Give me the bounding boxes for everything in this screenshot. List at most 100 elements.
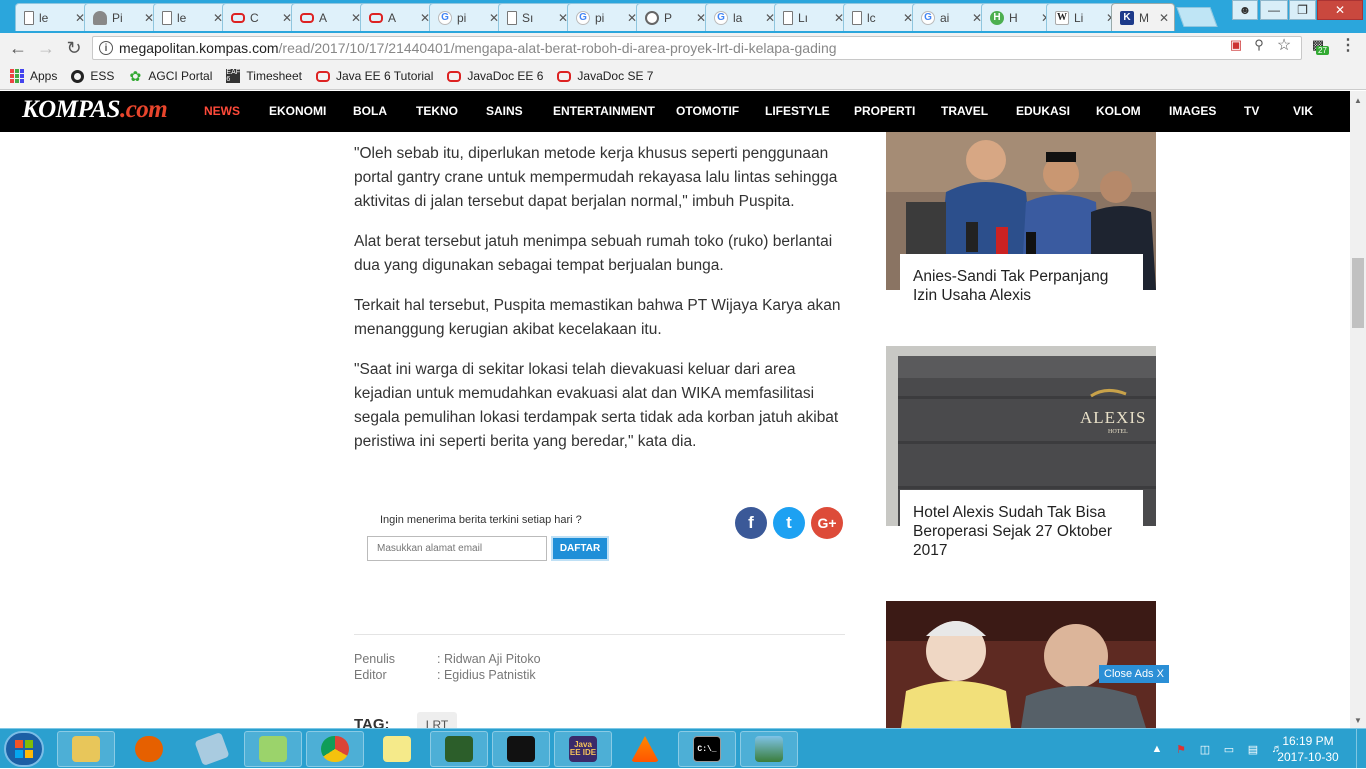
browser-tab[interactable]: P ✕ <box>636 3 712 31</box>
facebook-share-icon[interactable]: f <box>735 507 767 539</box>
taskbar-firefox[interactable] <box>120 731 178 767</box>
nav-tv[interactable]: TV <box>1244 104 1259 118</box>
usb-icon[interactable]: ◫ <box>1198 742 1212 756</box>
taskbar-sticky-notes[interactable] <box>368 731 426 767</box>
bookmark-label: AGCI Portal <box>148 69 213 83</box>
google-plus-share-icon[interactable]: G+ <box>811 507 843 539</box>
show-desktop-button[interactable] <box>1356 729 1366 769</box>
tab-title: Sı <box>522 10 534 25</box>
reload-icon[interactable]: ↻ <box>62 37 86 59</box>
newsletter-email-input[interactable] <box>367 536 547 561</box>
nav-tekno[interactable]: TEKNO <box>416 104 458 118</box>
taskbar-command-prompt[interactable]: C:\_ <box>678 731 736 767</box>
tag-chip[interactable]: LRT <box>417 712 457 728</box>
back-icon[interactable]: ← <box>6 37 30 59</box>
browser-toolbar: ← → ↻ i megapolitan.kompas.com/read/2017… <box>0 33 1366 63</box>
bookmark-javadoc-ee-6[interactable]: JavaDoc EE 6 <box>447 69 543 83</box>
taskbar-chrome[interactable] <box>306 731 364 767</box>
address-bar[interactable]: i megapolitan.kompas.com/read/2017/10/17… <box>92 36 1302 60</box>
browser-tab[interactable]: Pi ✕ <box>84 3 160 31</box>
browser-tab[interactable]: Gai ✕ <box>912 3 988 31</box>
browser-tab[interactable]: le ✕ <box>153 3 229 31</box>
taskbar-notepad[interactable] <box>183 731 241 767</box>
nav-travel[interactable]: TRAVEL <box>941 104 988 118</box>
taskbar-inkscape[interactable] <box>492 731 550 767</box>
subscribe-button[interactable]: DAFTAR <box>551 536 609 561</box>
editor-name[interactable]: : Egidius Patnistik <box>437 668 536 682</box>
browser-tab[interactable]: Gpi ✕ <box>567 3 643 31</box>
browser-tab[interactable]: Gla ✕ <box>705 3 781 31</box>
start-button[interactable] <box>4 731 44 767</box>
show-hidden-icons-icon[interactable]: ▲ <box>1150 742 1164 756</box>
user-icon[interactable]: ☻ <box>1232 0 1258 20</box>
flag-icon[interactable]: ⚑ <box>1174 742 1188 756</box>
page-scrollbar[interactable] <box>1350 91 1366 728</box>
nav-lifestyle[interactable]: LIFESTYLE <box>765 104 830 118</box>
nav-otomotif[interactable]: OTOMOTIF <box>676 104 739 118</box>
network-icon[interactable]: ▤ <box>1246 742 1260 756</box>
nav-properti[interactable]: PROPERTI <box>854 104 915 118</box>
close-tab-icon[interactable]: ✕ <box>1158 11 1170 25</box>
nav-sains[interactable]: SAINS <box>486 104 523 118</box>
tab-title: Pi <box>112 10 123 25</box>
nav-news[interactable]: NEWS <box>204 104 240 118</box>
taskbar-vlc[interactable] <box>616 731 674 767</box>
taskbar-java-ee-ide[interactable]: Java EE IDE <box>554 731 612 767</box>
clock-time: 16:19 PM <box>1282 734 1334 748</box>
menu-icon[interactable]: ⋮ <box>1340 37 1356 54</box>
forward-icon[interactable]: → <box>34 37 58 59</box>
scrollbar-thumb[interactable] <box>1352 258 1364 328</box>
url-host: megapolitan.kompas.com <box>119 40 279 56</box>
taskbar-image-viewer[interactable] <box>740 731 798 767</box>
bookmark-star-icon[interactable]: ☆ <box>1276 37 1292 54</box>
taskbar-explorer[interactable] <box>57 731 115 767</box>
inkscape-icon <box>507 736 535 762</box>
close-ads-button[interactable]: Close Ads X <box>1099 665 1169 683</box>
author-name[interactable]: : Ridwan Aji Pitoko <box>437 652 541 666</box>
nav-vik[interactable]: VIK <box>1293 104 1313 118</box>
news-card-title[interactable]: Anies-Sandi Tak Perpanjang Izin Usaha Al… <box>900 254 1143 312</box>
extension-icon[interactable]: ▩ 27 <box>1306 37 1330 55</box>
display-icon[interactable]: ▭ <box>1222 742 1236 756</box>
bookmark-java-ee-6-tutorial[interactable]: Java EE 6 Tutorial <box>315 69 433 83</box>
nav-bola[interactable]: BOLA <box>353 104 387 118</box>
bookmark-ess[interactable]: ESS <box>71 69 114 83</box>
blocked-popup-icon[interactable]: ▣ <box>1228 37 1244 53</box>
info-icon[interactable]: i <box>99 41 113 55</box>
scroll-down-arrow-icon[interactable]: ▼ <box>1350 713 1366 727</box>
browser-tab[interactable]: Gpi ✕ <box>429 3 505 31</box>
tab-title: lc <box>867 10 876 25</box>
restore-icon[interactable]: ❐ <box>1289 0 1316 20</box>
nav-entertainment[interactable]: ENTERTAINMENT <box>553 104 655 118</box>
bookmark-javadoc-se-7[interactable]: JavaDoc SE 7 <box>557 69 653 83</box>
news-card-title[interactable]: Hotel Alexis Sudah Tak Bisa Beroperasi S… <box>900 490 1143 568</box>
browser-tab[interactable]: Sı ✕ <box>498 3 574 31</box>
sticky-notes-icon <box>383 736 411 762</box>
close-window-icon[interactable]: ✕ <box>1317 0 1363 20</box>
bookmark-timesheet[interactable]: EAF 6 Timesheet <box>226 69 302 83</box>
kompas-logo[interactable]: KOMPAS.com <box>22 96 168 124</box>
browser-tab[interactable]: le ✕ <box>15 3 91 31</box>
nav-edukasi[interactable]: EDUKASI <box>1016 104 1070 118</box>
nav-ekonomi[interactable]: EKONOMI <box>269 104 326 118</box>
system-clock[interactable]: 16:19 PM 2017-10-30 <box>1268 733 1348 765</box>
taskbar-notepad-plus[interactable] <box>244 731 302 767</box>
browser-tab[interactable]: A ✕ <box>360 3 436 31</box>
taskbar-remote-desktop[interactable] <box>430 731 488 767</box>
bookmark-apps[interactable]: Apps <box>10 69 57 83</box>
scroll-up-arrow-icon[interactable]: ▲ <box>1350 93 1366 107</box>
twitter-share-icon[interactable]: t <box>773 507 805 539</box>
browser-tab[interactable]: A ✕ <box>291 3 367 31</box>
bookmark-agci-portal[interactable]: ✿ AGCI Portal <box>128 68 213 84</box>
minimize-icon[interactable]: — <box>1260 0 1288 20</box>
tab-title: H <box>1009 10 1018 25</box>
browser-tab-active[interactable]: K M ✕ <box>1111 3 1175 31</box>
new-tab-button[interactable] <box>1176 7 1218 27</box>
browser-tab[interactable]: Lı ✕ <box>774 3 850 31</box>
nav-kolom[interactable]: KOLOM <box>1096 104 1141 118</box>
document-icon <box>162 10 172 25</box>
browser-tab[interactable]: C ✕ <box>222 3 298 31</box>
browser-tab[interactable]: lc ✕ <box>843 3 919 31</box>
zoom-icon[interactable]: ⚲ <box>1251 37 1267 53</box>
nav-images[interactable]: IMAGES <box>1169 104 1216 118</box>
